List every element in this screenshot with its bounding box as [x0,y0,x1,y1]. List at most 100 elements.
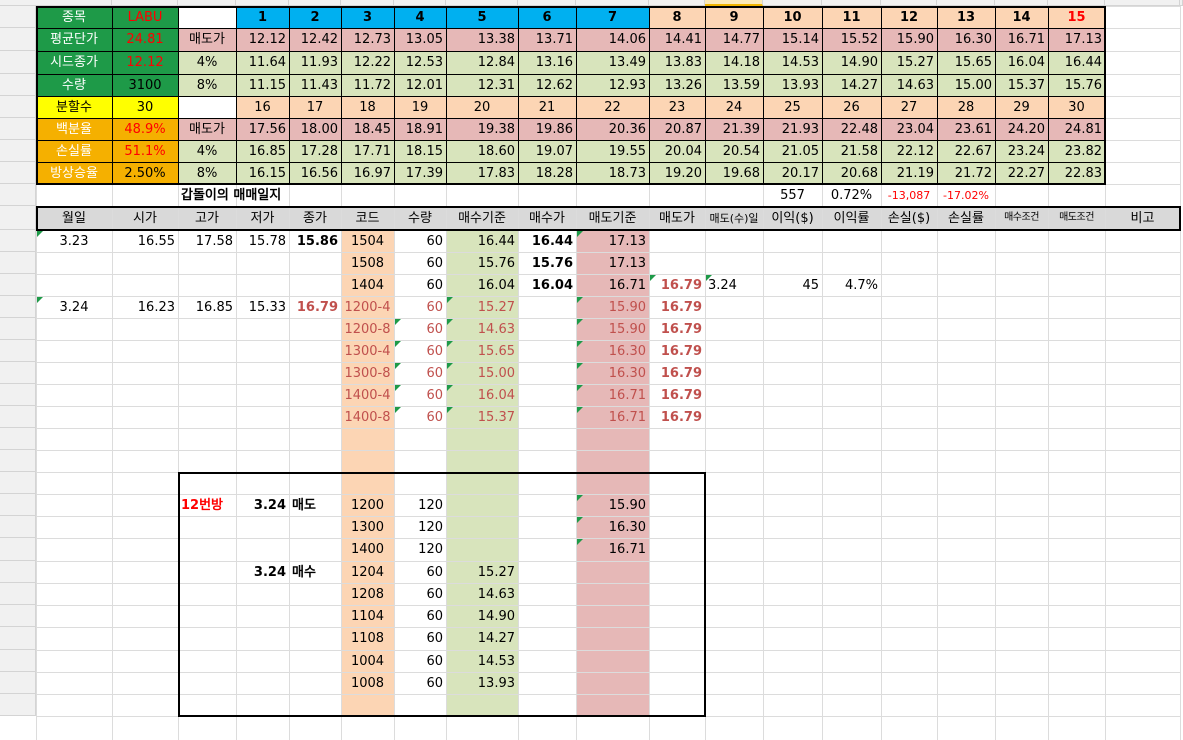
cell-C34[interactable]: 16.85 [178,296,236,318]
cell-P6[interactable]: 23.61 [937,118,995,140]
cell-L3[interactable]: 14.18 [705,51,763,74]
cell-M33[interactable]: 45 [763,274,822,296]
cell-N1[interactable]: 11 [822,6,881,28]
cell-R10[interactable]: 매도조건 [1048,206,1105,230]
cell-H31[interactable]: 16.44 [446,230,518,252]
cell-I2[interactable]: 13.71 [518,28,576,51]
cell-P4[interactable]: 15.00 [937,74,995,96]
cell-I8[interactable]: 18.28 [518,162,576,184]
cell-K8[interactable]: 19.20 [649,162,705,184]
row-header-52[interactable] [0,694,36,716]
cell-H5[interactable]: 20 [446,96,518,118]
cell-J6[interactable]: 20.36 [576,118,649,140]
cell-R4[interactable]: 15.76 [1048,74,1105,96]
cell-D43[interactable]: 3.24 [236,494,289,516]
cell-H38[interactable]: 16.04 [446,384,518,406]
row-header-34[interactable] [0,296,36,318]
cell-F7[interactable]: 17.71 [341,140,394,162]
cell-F51[interactable]: 1008 [341,672,394,694]
cell-L7[interactable]: 20.54 [705,140,763,162]
cell-B6[interactable]: 48.9% [112,118,178,140]
cell-H49[interactable]: 14.27 [446,627,518,650]
cell-Q5[interactable]: 29 [995,96,1048,118]
cell-R3[interactable]: 16.44 [1048,51,1105,74]
cell-F4[interactable]: 11.72 [341,74,394,96]
cell-G47[interactable]: 60 [394,583,446,605]
cell-K4[interactable]: 13.26 [649,74,705,96]
row-header-6[interactable] [0,118,36,140]
cell-H3[interactable]: 12.84 [446,51,518,74]
cell-C3[interactable]: 4% [178,51,236,74]
cell-G34[interactable]: 60 [394,296,446,318]
cell-B5[interactable]: 30 [112,96,178,118]
row-header-51[interactable] [0,672,36,694]
cell-H51[interactable]: 13.93 [446,672,518,694]
cell-F43[interactable]: 1200 [341,494,394,516]
cell-A10[interactable]: 월일 [36,206,112,230]
row-header-10[interactable] [0,206,36,230]
cell-M7[interactable]: 21.05 [763,140,822,162]
cell-F47[interactable]: 1208 [341,583,394,605]
cell-I3[interactable]: 13.16 [518,51,576,74]
cell-Q10[interactable]: 매수조건 [995,206,1048,230]
cell-G36[interactable]: 60 [394,340,446,362]
cell-J44[interactable]: 16.30 [576,516,649,538]
cell-A4[interactable]: 수량 [36,74,112,96]
cell-C31[interactable]: 17.58 [178,230,236,252]
cell-D10[interactable]: 저가 [236,206,289,230]
cell-F6[interactable]: 18.45 [341,118,394,140]
row-header-9[interactable] [0,184,36,206]
cell-I33[interactable]: 16.04 [518,274,576,296]
cell-O4[interactable]: 14.63 [881,74,937,96]
row-header-50[interactable] [0,650,36,672]
cell-G38[interactable]: 60 [394,384,446,406]
cell-M1[interactable]: 10 [763,6,822,28]
cell-I4[interactable]: 12.62 [518,74,576,96]
cell-F3[interactable]: 12.22 [341,51,394,74]
cell-A31[interactable]: 3.23 [36,230,112,252]
cell-E5[interactable]: 17 [289,96,341,118]
cell-E4[interactable]: 11.43 [289,74,341,96]
cell-G48[interactable]: 60 [394,605,446,627]
cell-B8[interactable]: 2.50% [112,162,178,184]
cell-H39[interactable]: 15.37 [446,406,518,428]
cell-E8[interactable]: 16.56 [289,162,341,184]
cell-R5[interactable]: 30 [1048,96,1105,118]
cell-G33[interactable]: 60 [394,274,446,296]
row-header-41[interactable] [0,450,36,472]
row-header-2[interactable] [0,28,36,51]
spreadsheet-grid[interactable]: 종목 LABU 1 2 3 4 5 6 7 8 9 10 11 12 13 14 15 평균단가 24.81 매도가 1… [0,0,1183,740]
cell-M9[interactable]: 557 [763,184,822,206]
cell-J3[interactable]: 13.49 [576,51,649,74]
cell-I6[interactable]: 19.86 [518,118,576,140]
cell-H4[interactable]: 12.31 [446,74,518,96]
cell-J31[interactable]: 17.13 [576,230,649,252]
cell-A34[interactable]: 3.24 [36,296,112,318]
cell-I31[interactable]: 16.44 [518,230,576,252]
cell-H35[interactable]: 14.63 [446,318,518,340]
cell-J38[interactable]: 16.71 [576,384,649,406]
cell-D5[interactable]: 16 [236,96,289,118]
row-header-37[interactable] [0,362,36,384]
cell-H50[interactable]: 14.53 [446,650,518,672]
cell-F34[interactable]: 1200-4 [341,296,394,318]
cell-G2[interactable]: 13.05 [394,28,446,51]
cell-F33[interactable]: 1404 [341,274,394,296]
cell-O6[interactable]: 23.04 [881,118,937,140]
cell-G5[interactable]: 19 [394,96,446,118]
cell-E46[interactable]: 매수 [289,561,341,583]
cell-J2[interactable]: 14.06 [576,28,649,51]
cell-K5[interactable]: 23 [649,96,705,118]
cell-F48[interactable]: 1104 [341,605,394,627]
cell-O2[interactable]: 15.90 [881,28,937,51]
cell-F46[interactable]: 1204 [341,561,394,583]
cell-L5[interactable]: 24 [705,96,763,118]
cell-H2[interactable]: 13.38 [446,28,518,51]
cell-H48[interactable]: 14.90 [446,605,518,627]
cell-C6[interactable]: 매도가 [178,118,236,140]
cell-B2[interactable]: 24.81 [112,28,178,51]
row-header-3[interactable] [0,51,36,74]
cell-F37[interactable]: 1300-8 [341,362,394,384]
cell-H32[interactable]: 15.76 [446,252,518,274]
cell-K7[interactable]: 20.04 [649,140,705,162]
